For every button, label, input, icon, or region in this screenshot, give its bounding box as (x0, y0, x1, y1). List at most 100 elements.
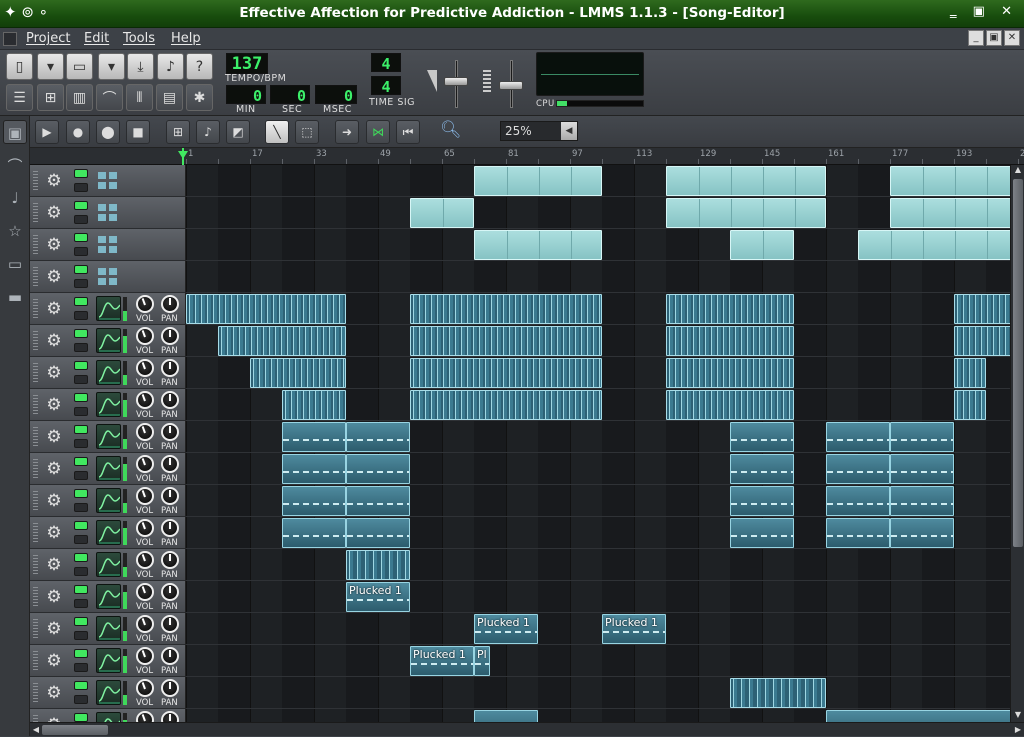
track-lane[interactable] (186, 421, 1010, 453)
mute-toggle[interactable] (74, 489, 88, 498)
horizontal-scrollbar[interactable]: ◀ ▶ (30, 722, 1024, 736)
mute-toggle[interactable] (74, 457, 88, 466)
mute-toggle[interactable] (74, 169, 88, 178)
restore-icon[interactable]: ▣ (986, 30, 1002, 46)
melody-pattern[interactable] (346, 454, 410, 484)
project-notes-button[interactable]: ▤ (156, 84, 183, 111)
piano-roll-button[interactable]: ▥ (66, 84, 93, 111)
new-project-button[interactable]: ▯ (6, 53, 33, 80)
pan-knob[interactable] (161, 519, 179, 537)
oscilloscope[interactable] (536, 52, 644, 96)
beat-bassline-track-icon[interactable] (98, 236, 118, 254)
solo-toggle[interactable] (74, 439, 88, 448)
record-while-playing-button[interactable]: ⬤ (96, 120, 120, 144)
drum-pattern[interactable] (954, 358, 986, 388)
melody-pattern[interactable] (474, 710, 538, 722)
beat-bassline-pattern[interactable] (666, 198, 826, 228)
volume-knob[interactable] (136, 583, 154, 601)
instrument-icon[interactable] (96, 680, 121, 705)
vertical-scrollbar-thumb[interactable] (1013, 179, 1023, 547)
scroll-right-icon[interactable]: ▶ (1012, 723, 1024, 737)
mute-toggle[interactable] (74, 393, 88, 402)
my-samples-icon[interactable]: ♩ (3, 186, 27, 210)
instrument-icon[interactable] (96, 648, 121, 673)
track-lane[interactable] (186, 357, 1010, 389)
melody-pattern[interactable] (826, 710, 1010, 722)
save-project-button[interactable]: ⤓ (127, 53, 154, 80)
horizontal-scrollbar-thumb[interactable] (42, 725, 108, 735)
drum-pattern[interactable] (666, 326, 794, 356)
master-pitch-slider-handle[interactable] (499, 81, 523, 90)
master-volume-slider-handle[interactable] (444, 77, 468, 86)
drum-pattern[interactable] (666, 294, 794, 324)
track-settings-gear-icon[interactable]: ⚙ (44, 363, 64, 383)
pan-knob[interactable] (161, 455, 179, 473)
drum-pattern[interactable] (730, 678, 826, 708)
chevron-left-icon[interactable]: ◀ (561, 122, 577, 140)
solo-toggle[interactable] (74, 375, 88, 384)
tempo-display[interactable]: 137 (226, 53, 268, 74)
new-from-template-button[interactable]: ▾ (37, 53, 64, 80)
add-sample-track-button[interactable]: ♪ (196, 120, 220, 144)
melody-pattern[interactable] (730, 422, 794, 452)
volume-knob[interactable] (136, 551, 154, 569)
volume-knob[interactable] (136, 359, 154, 377)
instrument-icon[interactable] (96, 456, 121, 481)
volume-knob[interactable] (136, 487, 154, 505)
instrument-icon[interactable] (96, 488, 121, 513)
instrument-icon[interactable] (96, 296, 121, 321)
melody-pattern[interactable] (346, 486, 410, 516)
track-settings-gear-icon[interactable]: ⚙ (44, 171, 64, 191)
beat-bassline-pattern[interactable] (890, 166, 1010, 196)
track-drag-handle[interactable] (33, 267, 38, 287)
pan-knob[interactable] (161, 679, 179, 697)
drum-pattern[interactable] (954, 390, 986, 420)
volume-knob[interactable] (136, 391, 154, 409)
melody-pattern[interactable] (890, 518, 954, 548)
mute-toggle[interactable] (74, 361, 88, 370)
track-lane[interactable] (186, 549, 1010, 581)
track-drag-handle[interactable] (33, 587, 38, 607)
track-settings-gear-icon[interactable]: ⚙ (44, 619, 64, 639)
volume-knob[interactable] (136, 519, 154, 537)
solo-toggle[interactable] (74, 407, 88, 416)
drum-pattern[interactable] (410, 390, 602, 420)
instrument-icon[interactable] (96, 520, 121, 545)
solo-toggle[interactable] (74, 535, 88, 544)
instrument-icon[interactable] (96, 584, 121, 609)
track-settings-gear-icon[interactable]: ⚙ (44, 523, 64, 543)
track-settings-gear-icon[interactable]: ⚙ (44, 331, 64, 351)
melody-pattern[interactable]: Pl (474, 646, 490, 676)
my-projects-icon[interactable]: ⌒ (3, 154, 27, 178)
beat-bassline-pattern[interactable] (666, 166, 826, 196)
time-sig-denominator[interactable]: 4 (371, 76, 401, 96)
mdi-app-icon[interactable] (3, 32, 17, 46)
track-lane[interactable]: Plucked 1 (186, 581, 1010, 613)
draw-mode-button[interactable]: ╲ (265, 120, 289, 144)
melody-pattern[interactable] (890, 454, 954, 484)
melody-pattern[interactable] (282, 422, 346, 452)
volume-knob[interactable] (136, 615, 154, 633)
pan-knob[interactable] (161, 295, 179, 313)
add-automation-track-button[interactable]: ◩ (226, 120, 250, 144)
pan-knob[interactable] (161, 391, 179, 409)
track-settings-gear-icon[interactable]: ⚙ (44, 395, 64, 415)
drum-pattern[interactable] (346, 550, 410, 580)
pan-knob[interactable] (161, 615, 179, 633)
solo-toggle[interactable] (74, 567, 88, 576)
melody-pattern[interactable] (282, 486, 346, 516)
track-settings-gear-icon[interactable]: ⚙ (44, 651, 64, 671)
solo-toggle[interactable] (74, 311, 88, 320)
melody-pattern[interactable] (826, 454, 890, 484)
root-directory-icon[interactable]: ▬ (3, 285, 27, 309)
track-settings-gear-icon[interactable]: ⚙ (44, 203, 64, 223)
track-lane[interactable] (186, 517, 1010, 549)
recent-projects-button[interactable]: ▾ (98, 53, 125, 80)
track-settings-gear-icon[interactable]: ⚙ (44, 491, 64, 511)
melody-pattern[interactable] (826, 422, 890, 452)
scroll-up-icon[interactable]: ▲ (1011, 165, 1024, 177)
track-lane[interactable] (186, 453, 1010, 485)
melody-pattern[interactable] (826, 518, 890, 548)
track-lane[interactable] (186, 485, 1010, 517)
solo-toggle[interactable] (74, 503, 88, 512)
